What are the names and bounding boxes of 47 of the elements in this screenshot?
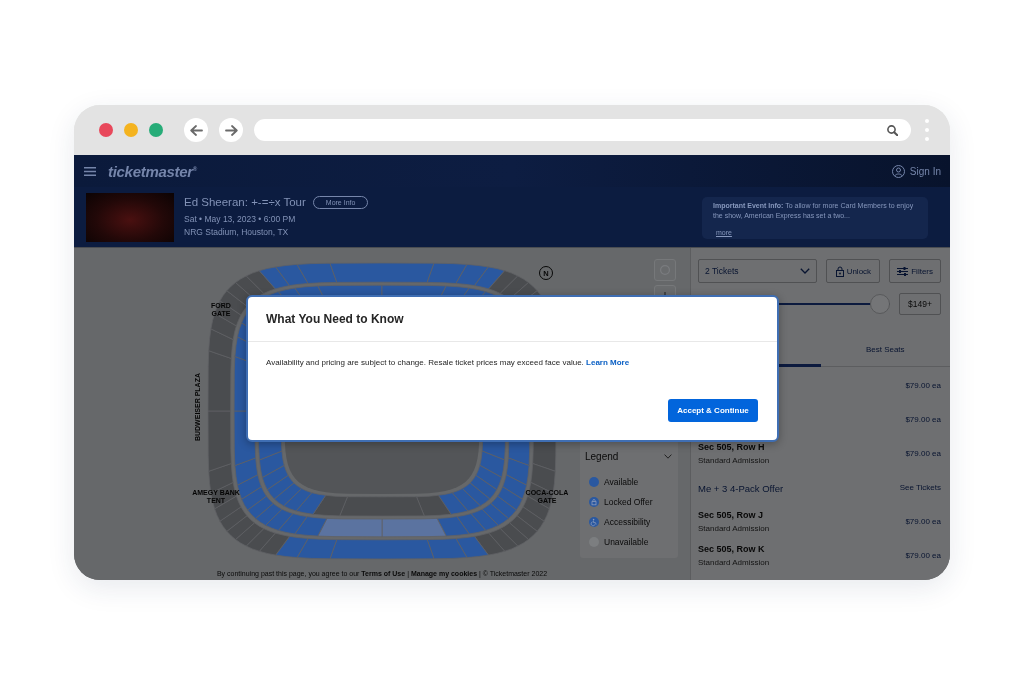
sign-in-link[interactable]: Sign In xyxy=(891,164,941,178)
user-icon xyxy=(891,164,905,178)
chevron-down-icon[interactable] xyxy=(664,453,672,459)
arrow-right-icon xyxy=(224,124,238,136)
back-button[interactable] xyxy=(184,118,208,142)
seat-section: Sec 505, Row H xyxy=(698,441,770,452)
dialog-message: Availability and pricing are subject to change. Resale ticket prices may exceed face value. Learn More xyxy=(265,357,631,367)
close-window-button[interactable] xyxy=(99,123,113,137)
forward-button[interactable] xyxy=(219,118,243,142)
ticket-type: Standard Admission xyxy=(698,523,770,533)
ticket-price: $79.00 ea xyxy=(905,550,941,560)
learn-more-link[interactable]: Learn More xyxy=(586,358,630,367)
ticket-price: $79.00 ea xyxy=(905,448,941,458)
ticket-quantity-dropdown[interactable]: 2 Tickets xyxy=(698,259,818,283)
menu-icon[interactable] xyxy=(84,166,96,176)
chevron-down-icon xyxy=(800,268,811,274)
ticket-price: $79.00 ea xyxy=(905,414,941,424)
lock-icon xyxy=(835,265,844,277)
legend-label: Unavailable xyxy=(604,537,649,547)
seat-section: Sec 505, Row K xyxy=(698,543,770,554)
arrow-left-icon xyxy=(189,124,203,136)
address-field[interactable] xyxy=(254,119,911,141)
see-tickets-link[interactable]: See Tickets xyxy=(899,482,941,492)
slider-thumb[interactable] xyxy=(870,294,890,314)
legend-label: Accessibility xyxy=(604,517,651,527)
event-venue: NRG Stadium, Houston, TX xyxy=(184,227,290,237)
filters-button[interactable]: Filters xyxy=(889,259,941,283)
ticket-type: Standard Admission xyxy=(698,455,770,465)
unlock-button[interactable]: Unlock xyxy=(826,259,881,283)
legend-label: Available xyxy=(604,477,639,487)
event-date: Sat • May 13, 2023 • 6:00 PM xyxy=(184,214,297,224)
ticket-price: $79.00 ea xyxy=(905,516,941,526)
legend-label: Locked Offer xyxy=(604,497,653,507)
ticket-type: Standard Admission xyxy=(698,557,770,567)
tab[interactable]: Best Seats xyxy=(820,335,950,367)
dialog-title: What You Need to Know xyxy=(266,312,404,326)
ticket-price: $79.00 ea xyxy=(905,380,941,390)
logo[interactable]: ticketmaster$^{®}$ xyxy=(108,162,197,180)
search-icon[interactable] xyxy=(887,124,898,136)
legend-title: Legend xyxy=(585,450,619,462)
accept-continue-button[interactable]: Accept & Continue xyxy=(668,399,758,422)
sliders-icon xyxy=(897,266,909,276)
max-price-field[interactable]: $149+ xyxy=(899,293,941,315)
event-title: Ed Sheeran: +-=÷x Tour xyxy=(184,196,306,208)
offer-link[interactable]: Me + 3 4-Pack Offer xyxy=(698,483,784,494)
maximize-window-button[interactable] xyxy=(149,123,163,137)
seat-section: Sec 505, Row J xyxy=(698,509,770,520)
